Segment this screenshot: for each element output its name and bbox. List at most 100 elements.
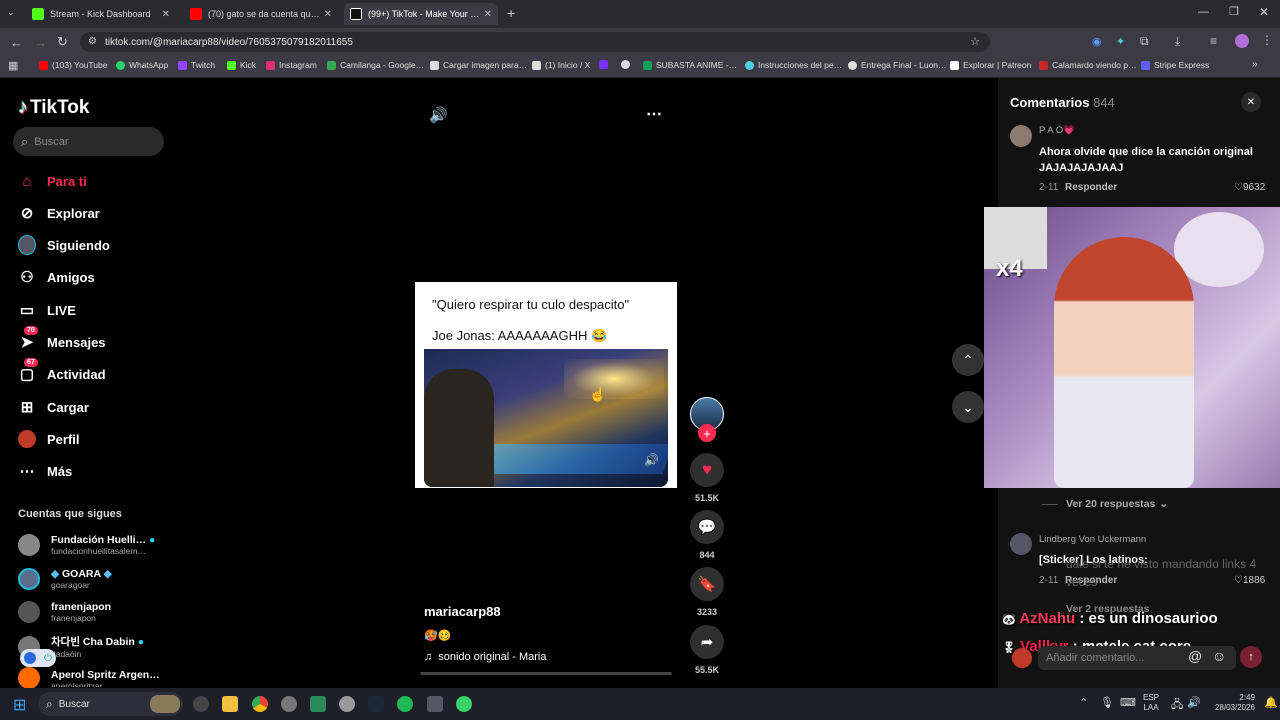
reply-button[interactable]: Responder: [1065, 182, 1117, 193]
network-icon[interactable]: 🖧: [1171, 696, 1183, 715]
spotify-icon[interactable]: [397, 696, 413, 712]
comment-input[interactable]: Añadir comentario... @ ☺: [1038, 646, 1236, 670]
tray-chevron-icon[interactable]: ⌃: [1079, 696, 1088, 709]
file-explorer-icon[interactable]: [222, 696, 238, 712]
search-box[interactable]: ⌕ Buscar: [13, 127, 164, 156]
following-item[interactable]: Aperol Spritz Argen… aperolspritzar: [18, 667, 160, 689]
site-info-icon[interactable]: ⚙: [88, 36, 97, 47]
close-tab-icon[interactable]: ✕: [324, 9, 332, 20]
bookmark-item[interactable]: Twitch: [178, 60, 215, 70]
emoji-icon[interactable]: ☺: [1212, 648, 1226, 664]
bookmark-item[interactable]: Explorar | Patreon: [950, 60, 1031, 70]
more-bookmarks-icon[interactable]: »: [1252, 59, 1258, 70]
minimize-icon[interactable]: —: [1198, 6, 1209, 18]
bookmark-item[interactable]: (1) Inicio / X: [532, 60, 590, 70]
restore-icon[interactable]: ❐: [1229, 5, 1239, 18]
browser-menu-icon[interactable]: ⋮: [1261, 33, 1273, 47]
tab-list-chevron-icon[interactable]: ⌄: [7, 7, 15, 18]
bookmark-item[interactable]: SUBASTA ANIME -…: [643, 60, 737, 70]
video-volume-icon[interactable]: 🔊: [644, 453, 659, 467]
close-tab-icon[interactable]: ✕: [484, 9, 492, 20]
tab-tiktok[interactable]: (99+) TikTok - Make Your D… ✕: [344, 3, 498, 25]
extensions-puzzle-icon[interactable]: ⧉: [1140, 34, 1149, 49]
like-button[interactable]: ♥: [690, 453, 724, 487]
obs-icon[interactable]: [310, 696, 326, 712]
comment-user[interactable]: Lindberg Von Uckermann: [1039, 534, 1146, 545]
video-progress-bar[interactable]: [420, 672, 672, 675]
gear-app-icon[interactable]: [339, 696, 355, 712]
nav-amigos[interactable]: ⚇ Amigos: [18, 268, 94, 286]
close-window-icon[interactable]: ✕: [1259, 5, 1269, 19]
nav-cargar[interactable]: ⊞ Cargar: [18, 398, 89, 416]
extension-icon[interactable]: ✦: [1116, 35, 1125, 48]
windows-start-icon[interactable]: ⊞: [13, 695, 26, 715]
bookmark-item[interactable]: Instrucciones del pe…: [745, 60, 842, 70]
send-comment-button[interactable]: ↑: [1240, 646, 1262, 668]
bookmark-item[interactable]: [599, 60, 612, 69]
app-icon[interactable]: [456, 696, 472, 712]
reading-list-icon[interactable]: ≡: [1210, 34, 1217, 48]
back-icon[interactable]: ←: [10, 35, 23, 50]
bookmark-item[interactable]: Instagram: [266, 60, 317, 70]
close-tab-icon[interactable]: ✕: [162, 9, 170, 20]
avatar[interactable]: [1010, 125, 1032, 147]
bookmark-item[interactable]: Calamardo viendo p…: [1039, 60, 1137, 70]
bookmark-item[interactable]: Cargar imagen para…: [430, 60, 527, 70]
floating-app-icon[interactable]: ⏻: [20, 649, 56, 667]
close-comments-button[interactable]: ✕: [1241, 92, 1261, 112]
speaker-icon[interactable]: 🔊: [1187, 696, 1201, 709]
reload-icon[interactable]: ↻: [57, 34, 68, 50]
language-indicator[interactable]: ESP LAA: [1143, 693, 1159, 713]
volume-icon[interactable]: 🔊: [429, 106, 448, 124]
video-author[interactable]: mariacarp88: [424, 604, 501, 619]
bookmark-item[interactable]: WhatsApp: [116, 60, 168, 70]
tab-kick[interactable]: Stream - Kick Dashboard ✕: [26, 3, 176, 25]
settings-icon[interactable]: [281, 696, 297, 712]
comment-user[interactable]: P A O💗: [1039, 125, 1075, 136]
microphone-icon[interactable]: 🎙: [1100, 696, 1114, 709]
tiktok-logo[interactable]: ♪ TikTok: [18, 96, 89, 119]
share-button[interactable]: ➦: [690, 625, 724, 659]
avatar[interactable]: [1010, 533, 1032, 555]
view-replies-button[interactable]: Ver 20 respuestas ⌄: [1042, 498, 1168, 510]
nav-perfil[interactable]: Perfil: [18, 430, 80, 448]
tab-youtube[interactable]: (70) gato se da cuenta que lo g… ✕: [184, 3, 338, 25]
nav-mas[interactable]: ⋯ Más: [18, 462, 73, 480]
bookmark-item[interactable]: Kick: [227, 60, 256, 70]
new-tab-icon[interactable]: +: [507, 5, 515, 21]
follow-plus-button[interactable]: +: [698, 424, 716, 442]
video-player[interactable]: "Quiero respirar tu culo despacito" Joe …: [415, 282, 677, 488]
forward-icon[interactable]: →: [34, 35, 47, 50]
chrome-icon[interactable]: [252, 696, 268, 712]
nav-mensajes[interactable]: ➤ 70 Mensajes: [18, 326, 106, 351]
profile-avatar-icon[interactable]: [1235, 34, 1249, 48]
comment-button[interactable]: 💬: [690, 510, 724, 544]
nav-explorar[interactable]: ⊘ Explorar: [18, 204, 100, 222]
bookmark-item[interactable]: Camilanga - Google…: [327, 60, 424, 70]
app-icon[interactable]: [427, 696, 443, 712]
bookmark-star-icon[interactable]: ☆: [970, 35, 980, 48]
video-sound[interactable]: ♫ sonido original - Maria: [424, 651, 546, 663]
previous-video-button[interactable]: ⌃: [952, 344, 984, 376]
keyboard-icon[interactable]: ⌨: [1120, 696, 1136, 709]
bookmark-item[interactable]: Stripe Express: [1141, 60, 1209, 70]
extension-icon[interactable]: ◉: [1092, 35, 1102, 48]
apps-grid-icon[interactable]: ▦: [8, 59, 18, 72]
bookmark-item[interactable]: Entrega Final - Luon…: [848, 60, 947, 70]
nav-live[interactable]: ▭ LIVE: [18, 301, 76, 319]
nav-siguiendo[interactable]: Siguiendo: [18, 235, 110, 255]
url-field[interactable]: ⚙ tiktok.com/@mariacarp88/video/76053750…: [80, 32, 990, 52]
following-item[interactable]: franenjapon franenjapon: [18, 601, 111, 623]
next-video-button[interactable]: ⌄: [952, 391, 984, 423]
clock[interactable]: 2:49 28/03/2026: [1205, 693, 1255, 713]
taskbar-search[interactable]: ⌕ Buscar: [38, 692, 183, 716]
bookmark-item[interactable]: [621, 60, 634, 69]
app-icon[interactable]: [193, 696, 209, 712]
mention-icon[interactable]: @: [1188, 648, 1202, 664]
bookmark-item[interactable]: (103) YouTube: [39, 60, 107, 70]
save-button[interactable]: 🔖: [690, 567, 724, 601]
notifications-icon[interactable]: 🔔: [1264, 696, 1278, 709]
steam-icon[interactable]: [368, 696, 384, 712]
following-item[interactable]: ◆ GOARA ◆ goaragoar: [18, 568, 112, 590]
nav-actividad[interactable]: ▢ 67 Actividad: [18, 358, 106, 383]
